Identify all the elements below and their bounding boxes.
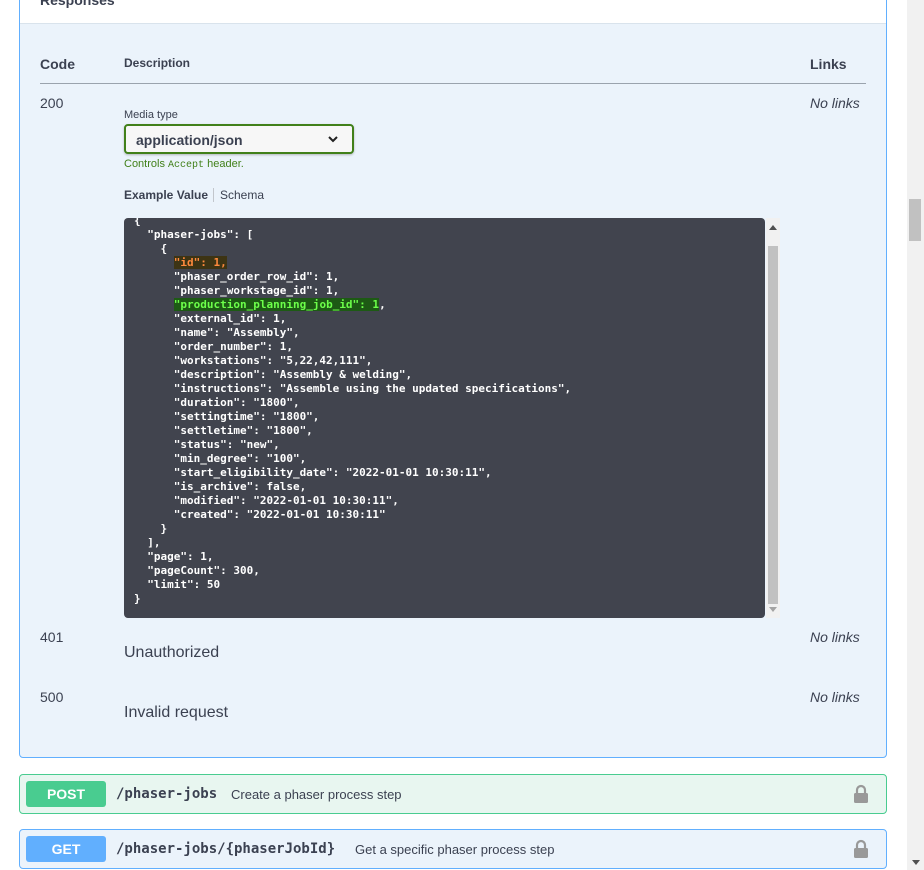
media-type-label: Media type [124,109,178,121]
page-scroll-thumb[interactable] [909,199,921,241]
response-401-links: No links [810,629,860,645]
post-phaser-jobs-operation[interactable]: POST /phaser-jobs Create a phaser proces… [19,774,887,814]
responses-section-header: Responses [20,0,886,24]
links-column-header: Links [810,56,847,72]
get-method-badge: GET [26,836,106,862]
operation-summary: Create a phaser process step [231,787,402,802]
media-type-select[interactable]: application/json [124,124,354,154]
tab-divider [213,188,214,202]
controls-accept-header-note: Controls Accept header. [124,158,244,171]
code-block-scrollbar[interactable] [766,218,780,618]
response-500-links: No links [810,689,860,705]
lock-icon[interactable] [852,784,870,804]
post-method-badge: POST [26,781,106,807]
scroll-down-arrow-icon[interactable] [769,607,777,612]
code-block-scroll-thumb[interactable] [768,246,778,604]
responses-title: Responses [40,0,115,8]
chevron-down-icon [328,136,338,143]
response-code-401: 401 [40,629,64,645]
tab-schema[interactable]: Schema [220,188,264,202]
table-header-divider [40,83,866,84]
media-type-value: application/json [136,132,243,148]
page-scrollbar[interactable] [907,0,924,870]
response-500-description: Invalid request [124,704,229,721]
response-code-200: 200 [40,95,64,111]
example-json-text: { "phaser-jobs": [ { "id": 1, "phaser_or… [134,218,572,605]
operation-path: /phaser-jobs/{phaserJobId} [116,841,336,857]
response-200-links: No links [810,95,860,111]
operation-path: /phaser-jobs [116,786,218,802]
response-code-500: 500 [40,689,64,705]
get-phaser-job-by-id-operation[interactable]: GET /phaser-jobs/{phaserJobId} Get a spe… [19,829,887,869]
response-401-description: Unauthorized [124,644,220,661]
operation-summary: Get a specific phaser process step [355,842,555,857]
highlighted-id-field: "id": 1, [173,256,227,269]
lock-icon[interactable] [852,839,870,859]
description-column-header: Description [124,56,191,70]
scroll-down-arrow-icon[interactable] [912,860,920,865]
highlighted-production-planning-job-id-field: "production_planning_job_id": 1 [173,298,380,311]
tab-example-value[interactable]: Example Value [124,188,208,202]
code-column-header: Code [40,56,75,72]
scroll-up-arrow-icon[interactable] [769,225,777,230]
example-value-code-block[interactable]: { "phaser-jobs": [ { "id": 1, "phaser_or… [124,218,765,618]
